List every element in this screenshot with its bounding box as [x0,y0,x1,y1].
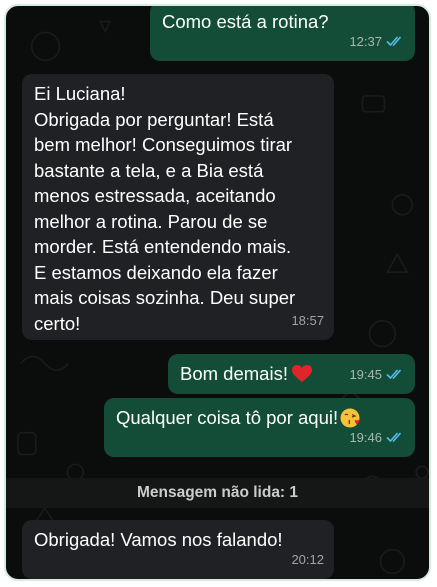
read-receipt-icon [386,432,402,443]
message-text: Qualquer coisa tô por aqui! [116,407,339,428]
red-heart-emoji [291,365,312,382]
message-time: 20:12 [291,551,324,567]
message-time: 12:37 [349,33,382,49]
chat-screen: Como está a rotina? 12:37 Ei Luciana! Ob… [4,4,431,581]
message-meta: 19:46 [349,425,405,451]
incoming-message[interactable]: Ei Luciana! Obrigada por perguntar! Está… [22,74,334,340]
message-meta: 20:12 [291,547,324,573]
message-text: Obrigada! Vamos nos falando! [34,529,283,550]
message-text: Ei Luciana! Obrigada por perguntar! Está… [34,83,296,334]
message-meta: 19:45 [349,362,405,388]
message-meta: 18:57 [291,308,324,334]
message-text: Bom demais! [180,363,288,384]
message-meta: 12:37 [349,29,405,55]
message-time: 19:45 [349,366,382,382]
message-time: 18:57 [291,312,324,328]
message-time: 19:46 [349,429,382,445]
read-receipt-icon [386,36,402,47]
outgoing-message[interactable]: Bom demais! 19:45 [168,354,415,394]
outgoing-message[interactable]: Como está a rotina? 12:37 [150,6,415,61]
read-receipt-icon [386,369,402,380]
unread-messages-divider: Mensagem não lida: 1 [6,478,429,508]
unread-divider-label: Mensagem não lida: 1 [136,484,299,501]
incoming-message[interactable]: Obrigada! Vamos nos falando! 20:12 [22,520,334,579]
outgoing-message[interactable]: Qualquer coisa tô por aqui! 19:46 [104,398,415,457]
